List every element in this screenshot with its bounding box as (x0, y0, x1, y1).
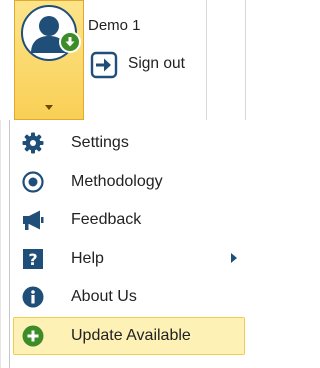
menu-item-label: Settings (71, 134, 129, 151)
ribbon-separator (245, 0, 246, 120)
menu-item-label: Update Available (71, 326, 191, 344)
radio-target-icon (22, 170, 44, 193)
menu-item-label: Help (71, 249, 104, 267)
download-badge-icon (59, 31, 81, 53)
sign-out-button[interactable]: Sign out (88, 51, 202, 79)
menu-item-update-available[interactable]: Update Available (13, 316, 245, 355)
menu-frame-edge (0, 120, 1, 368)
plus-circle-icon (22, 325, 44, 346)
megaphone-icon (23, 210, 44, 230)
info-icon (22, 286, 44, 308)
menu-item-methodology[interactable]: Methodology (10, 163, 246, 202)
chevron-right-icon (231, 252, 237, 263)
chevron-down-icon (45, 105, 53, 110)
user-menu-button[interactable] (14, 0, 84, 120)
menu-item-help[interactable]: ? Help (10, 240, 246, 279)
user-dropdown-menu: Settings Methodology Feedback ? Help Abo… (10, 124, 246, 355)
ribbon-panel: Demo 1 Sign out (0, 0, 246, 120)
menu-item-settings[interactable]: Settings (10, 124, 246, 163)
menu-item-label: Methodology (71, 172, 163, 190)
menu-item-label: About Us (71, 288, 137, 305)
ribbon-separator (206, 0, 207, 120)
sign-out-icon (90, 51, 118, 79)
question-icon: ? (23, 248, 43, 269)
menu-item-label: Feedback (71, 211, 142, 228)
user-name: Demo 1 (88, 17, 141, 34)
svg-text:?: ? (28, 250, 37, 269)
menu-item-feedback[interactable]: Feedback (10, 201, 246, 240)
gear-icon (22, 132, 44, 154)
menu-item-about-us[interactable]: About Us (10, 278, 246, 317)
sign-out-label: Sign out (128, 55, 185, 72)
